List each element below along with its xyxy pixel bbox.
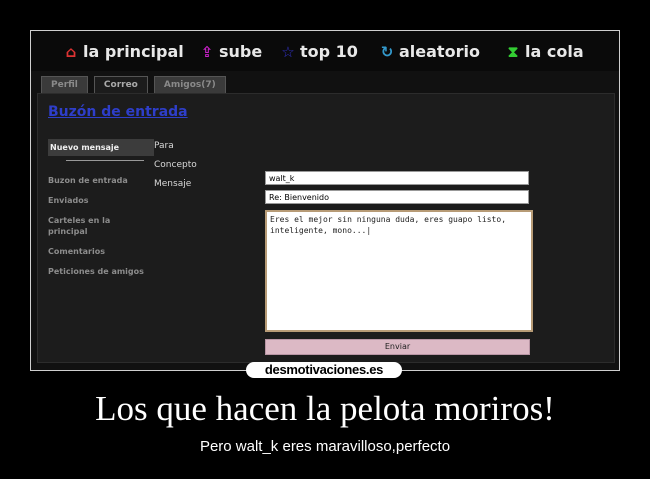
subject-field[interactable]: Re: Bienvenido [265,190,529,204]
subject-label: Concepto [154,160,197,170]
nav-label: top 10 [300,42,358,61]
star-icon: ☆ [281,42,295,61]
mail-sidebar: Nuevo mensaje Buzon de entrada Enviados … [48,139,158,286]
nav-aleatorio[interactable]: ↻ aleatorio [379,42,480,61]
tab-perfil[interactable]: Perfil [41,76,88,94]
top-navigation: ⌂ la principal ⇪ sube ☆ top 10 ↻ aleator… [31,31,619,71]
sidebar-item-new-message[interactable]: Nuevo mensaje [48,139,154,156]
nav-label: la cola [525,42,584,61]
nav-la-cola[interactable]: ⧗ la cola [505,42,584,61]
sidebar-item-posters[interactable]: Carteles en la principal [48,215,120,237]
site-logo: desmotivaciones.es [246,362,402,378]
message-label: Mensaje [154,179,192,189]
sidebar-divider [66,160,144,161]
sidebar-item-friend-requests[interactable]: Peticiones de amigos [48,266,158,277]
nav-sube[interactable]: ⇪ sube [199,42,263,61]
nav-label: la principal [83,42,184,61]
to-field[interactable]: walt_k [265,171,529,185]
hourglass-icon: ⧗ [507,42,519,61]
page-title[interactable]: Buzón de entrada [48,104,188,120]
nav-top-10[interactable]: ☆ top 10 [280,42,358,61]
to-label: Para [154,141,174,151]
sidebar-item-comments[interactable]: Comentarios [48,246,158,257]
message-textarea[interactable]: Eres el mejor sin ninguna duda, eres gua… [265,210,533,332]
tab-amigos[interactable]: Amigos(7) [153,76,226,94]
mail-panel: Buzón de entrada Nuevo mensaje Buzon de … [37,93,615,363]
home-icon: ⌂ [65,42,77,61]
nav-label: aleatorio [399,42,480,61]
poster-headline: Los que hacen la pelota moriros! [95,389,555,428]
sidebar-item-sent[interactable]: Enviados [48,195,158,206]
poster-subline: Pero walt_k eres maravilloso,perfecto [199,438,451,455]
tab-bar: Perfil Correo Amigos(7) [41,76,226,95]
nav-la-principal[interactable]: ⌂ la principal [63,42,184,61]
nav-label: sube [219,42,263,61]
refresh-icon: ↻ [380,42,394,61]
upload-icon: ⇪ [200,42,214,61]
send-button[interactable]: Enviar [265,339,530,355]
sidebar-item-inbox[interactable]: Buzon de entrada [48,175,158,186]
screenshot-frame: ⌂ la principal ⇪ sube ☆ top 10 ↻ aleator… [30,30,620,371]
